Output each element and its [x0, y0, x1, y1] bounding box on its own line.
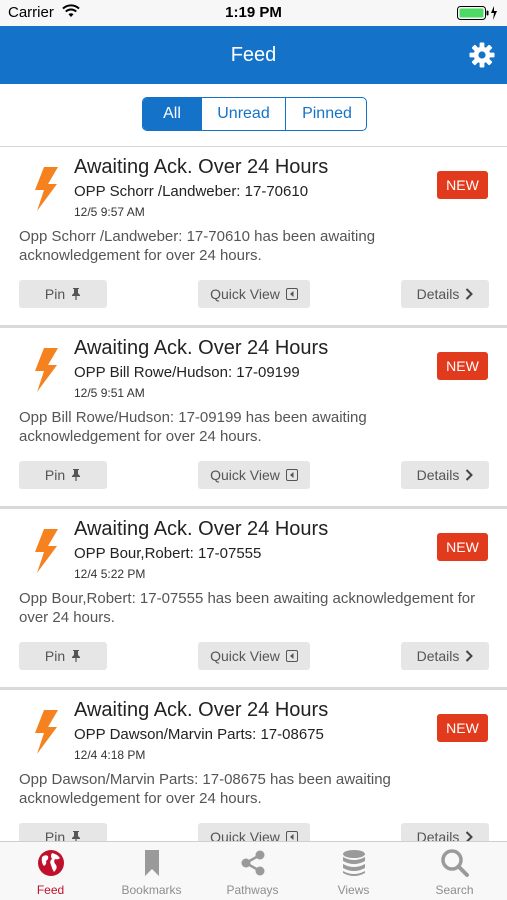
details-label: Details: [416, 648, 460, 664]
quick-view-icon: [285, 650, 298, 662]
alert-timestamp: 12/4 4:18 PM: [74, 748, 146, 762]
clock: 1:19 PM: [225, 4, 282, 21]
gear-icon[interactable]: [469, 42, 495, 68]
battery-icon: [457, 6, 497, 20]
pin-button-label: Pin: [44, 648, 66, 664]
alert-title: Awaiting Ack. Over 24 Hours: [74, 156, 329, 178]
tab-feed[interactable]: Feed: [0, 842, 101, 900]
quick-view-button[interactable]: Quick View: [198, 642, 310, 670]
quick-view-button[interactable]: Quick View: [198, 461, 310, 489]
feed-card[interactable]: Awaiting Ack. Over 24 Hours OPP Schorr /…: [0, 147, 507, 328]
tab-search[interactable]: Search: [404, 842, 505, 900]
bookmark-icon: [145, 850, 159, 876]
segment-all[interactable]: All: [143, 98, 201, 130]
alert-subtitle: OPP Bour,Robert: 17-07555: [74, 545, 262, 562]
alert-description: Opp Dawson/Marvin Parts: 17-08675 has be…: [19, 771, 391, 807]
tab-label: Pathways: [226, 883, 279, 897]
lightning-bolt-icon: [35, 710, 58, 754]
lightning-bolt-icon: [35, 167, 58, 211]
lightning-bolt-icon: [35, 348, 58, 392]
quick-view-icon: [285, 469, 298, 481]
alert-description: Opp Schorr /Landweber: 17-70610 has been…: [19, 228, 376, 264]
tab-label: Feed: [36, 883, 65, 897]
page-title: Feed: [230, 44, 277, 66]
details-label: Details: [416, 286, 460, 302]
alert-timestamp: 12/4 5:22 PM: [74, 567, 146, 581]
tab-bar: Feed Bookmarks Pathways Views Search: [0, 841, 507, 900]
alert-description: Opp Bill Rowe/Hudson: 17-09199 has been …: [19, 409, 367, 445]
tab-label: Search: [435, 883, 474, 897]
new-badge: NEW: [437, 171, 488, 199]
alert-timestamp: 12/5 9:57 AM: [74, 205, 145, 219]
new-badge: NEW: [437, 714, 488, 742]
alert-title: Awaiting Ack. Over 24 Hours: [74, 518, 329, 540]
chevron-right-icon: [466, 288, 474, 300]
tab-pathways[interactable]: Pathways: [202, 842, 303, 900]
alert-timestamp: 12/5 9:51 AM: [74, 386, 145, 400]
chevron-right-icon: [466, 469, 474, 481]
globe-icon: [38, 850, 64, 876]
share-icon: [241, 850, 265, 876]
pin-icon: [72, 469, 81, 481]
feed-list: Awaiting Ack. Over 24 Hours OPP Schorr /…: [0, 147, 507, 871]
pin-button[interactable]: Pin: [19, 642, 107, 670]
quick-view-label: Quick View: [210, 648, 280, 664]
tab-bookmarks[interactable]: Bookmarks: [101, 842, 202, 900]
alert-subtitle: OPP Schorr /Landweber: 17-70610: [74, 183, 309, 200]
quick-view-button[interactable]: Quick View: [198, 280, 310, 308]
pin-button-label: Pin: [44, 286, 66, 302]
details-button[interactable]: Details: [401, 280, 489, 308]
lightning-bolt-icon: [35, 529, 58, 573]
status-bar: Carrier 1:19 PM: [0, 0, 507, 26]
pin-button-label: Pin: [44, 467, 66, 483]
new-badge: NEW: [437, 533, 488, 561]
segment-pinned[interactable]: Pinned: [285, 98, 366, 130]
details-label: Details: [416, 467, 460, 483]
navigation-bar: Feed: [0, 26, 507, 84]
alert-subtitle: OPP Bill Rowe/Hudson: 17-09199: [74, 364, 300, 381]
alert-description: Opp Bour,Robert: 17-07555 has been await…: [19, 590, 476, 626]
segment-unread[interactable]: Unread: [201, 98, 285, 130]
alert-title: Awaiting Ack. Over 24 Hours: [74, 699, 329, 721]
quick-view-label: Quick View: [210, 286, 280, 302]
details-button[interactable]: Details: [401, 461, 489, 489]
quick-view-icon: [285, 288, 298, 300]
tab-label: Views: [337, 883, 370, 897]
database-icon: [343, 850, 365, 876]
tab-label: Bookmarks: [121, 883, 182, 897]
feed-card[interactable]: Awaiting Ack. Over 24 Hours OPP Bill Row…: [0, 328, 507, 509]
search-icon: [441, 849, 469, 877]
pin-button[interactable]: Pin: [19, 461, 107, 489]
tab-views[interactable]: Views: [303, 842, 404, 900]
pin-icon: [72, 288, 81, 300]
new-badge: NEW: [437, 352, 488, 380]
pin-button[interactable]: Pin: [19, 280, 107, 308]
alert-title: Awaiting Ack. Over 24 Hours: [74, 337, 329, 359]
filter-bar: All Unread Pinned: [0, 84, 507, 147]
alert-subtitle: OPP Dawson/Marvin Parts: 17-08675: [74, 726, 324, 743]
feed-filter-segmented-control: All Unread Pinned: [142, 97, 367, 131]
pin-icon: [72, 650, 81, 662]
quick-view-label: Quick View: [210, 467, 280, 483]
details-button[interactable]: Details: [401, 642, 489, 670]
chevron-right-icon: [466, 650, 474, 662]
feed-card[interactable]: Awaiting Ack. Over 24 Hours OPP Bour,Rob…: [0, 509, 507, 690]
